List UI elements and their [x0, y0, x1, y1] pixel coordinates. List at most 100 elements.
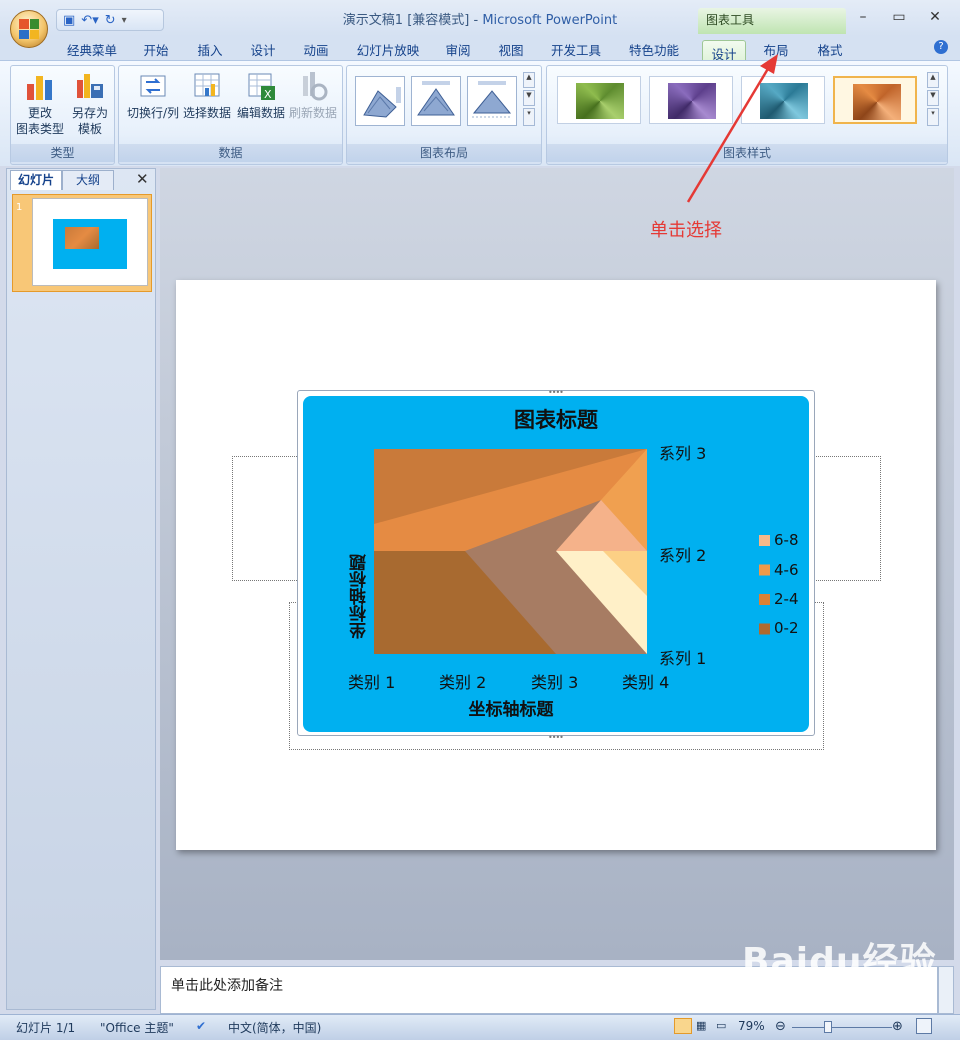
slideshow-view-icon[interactable]: ▭	[716, 1019, 726, 1032]
layout-gallery-more[interactable]: ▾	[523, 108, 535, 126]
legend-label-4-6: 4-6	[774, 561, 799, 579]
tab-slides[interactable]: 幻灯片	[10, 170, 62, 190]
zoom-out-icon[interactable]: ⊖	[775, 1019, 786, 1034]
quick-access-toolbar: ▣ ↶▾ ↻ ▾	[56, 9, 164, 31]
layout-2-icon	[417, 81, 455, 116]
save-icon[interactable]: ▣	[63, 13, 75, 28]
layout-3-icon	[472, 81, 512, 118]
data-group-label: 数据	[119, 144, 342, 162]
save-template-icon	[74, 70, 106, 102]
zoom-slider-track[interactable]	[792, 1027, 892, 1028]
x-axis-title[interactable]: 坐标轴标题	[303, 695, 719, 720]
ribbon: 更改 图表类型 另存为 模板 类型 切换行/列 选择数据 X 编辑数据 刷新数据…	[0, 60, 960, 166]
type-group: 更改 图表类型 另存为 模板 类型	[10, 65, 115, 165]
normal-view-icon[interactable]	[674, 1018, 692, 1034]
chart-layout-option-2[interactable]	[411, 76, 461, 126]
office-logo-icon	[19, 19, 39, 39]
category-label-1: 类别 1	[348, 673, 396, 692]
switch-row-column-button[interactable]: 切换行/列	[123, 70, 183, 121]
spellcheck-icon[interactable]: ✔	[196, 1019, 206, 1033]
baidu-watermark-url: jingyan.baidu.com	[746, 994, 857, 1008]
chart-layout-option-1[interactable]	[355, 76, 405, 126]
chart-legend[interactable]	[759, 535, 770, 635]
bar-chart-icon	[24, 70, 56, 102]
slide-sorter-icon[interactable]: ▦	[696, 1019, 706, 1032]
tab-home[interactable]: 开始	[138, 40, 174, 59]
window-title: 演示文稿1 [兼容模式] - Microsoft PowerPoint	[342, 13, 618, 28]
switch-row-column-icon	[137, 70, 169, 102]
chart-resize-handle-bottom[interactable]: ••••	[548, 733, 564, 742]
status-theme[interactable]: "Office 主题"	[100, 1019, 174, 1036]
tab-developer[interactable]: 开发工具	[546, 40, 606, 59]
style-gallery-more[interactable]: ▾	[927, 108, 939, 126]
maximize-button[interactable]: ▭	[884, 6, 914, 28]
status-bar: 幻灯片 1/1 "Office 主题" ✔ 中文(简体，中国) ▦ ▭ 79% …	[0, 1014, 960, 1040]
legend-key-2-4	[759, 594, 770, 605]
edit-data-button[interactable]: X 编辑数据	[235, 70, 287, 121]
refresh-data-button[interactable]: 刷新数据	[287, 70, 339, 121]
tab-slideshow[interactable]: 幻灯片放映	[352, 40, 424, 59]
slides-pane	[6, 168, 156, 1010]
style-orange-swatch	[853, 84, 901, 120]
edit-data-label: 编辑数据	[236, 106, 285, 120]
tab-review[interactable]: 审阅	[440, 40, 476, 59]
tab-design[interactable]: 设计	[245, 40, 281, 59]
slide-number: 1	[16, 202, 23, 213]
legend-key-4-6	[759, 564, 770, 576]
zoom-slider-thumb[interactable]	[824, 1021, 832, 1033]
chart-layout-group-label: 图表布局	[347, 144, 541, 162]
redo-icon[interactable]: ↻	[105, 13, 116, 28]
thumbnail-chart	[53, 219, 127, 269]
chart-style-green[interactable]	[557, 76, 641, 124]
chart-style-orange-selected[interactable]	[833, 76, 917, 124]
zoom-in-icon[interactable]: ⊕	[892, 1019, 903, 1034]
tab-chart-format[interactable]: 格式	[812, 40, 848, 59]
legend-key-6-8	[759, 535, 770, 546]
save-as-template-button[interactable]: 另存为 模板	[65, 70, 115, 137]
customize-qat-icon[interactable]: ▾	[122, 15, 127, 26]
notes-scrollbar[interactable]	[938, 966, 954, 1014]
surface-plot-area[interactable]	[374, 449, 647, 654]
status-language[interactable]: 中文(简体，中国)	[228, 1019, 321, 1036]
chart-layout-group: ▲ ▼ ▾ 图表布局	[346, 65, 542, 165]
svg-text:X: X	[264, 88, 272, 101]
tab-special-features[interactable]: 特色功能	[624, 40, 684, 59]
minimize-button[interactable]: –	[848, 6, 878, 28]
undo-icon[interactable]: ↶▾	[81, 13, 98, 28]
change-chart-type-label: 更改 图表类型	[15, 106, 64, 136]
data-group: 切换行/列 选择数据 X 编辑数据 刷新数据 数据	[118, 65, 343, 165]
type-group-label: 类型	[11, 144, 114, 162]
help-icon[interactable]: ?	[934, 40, 948, 54]
slide-thumbnail[interactable]	[32, 198, 148, 286]
category-label-4: 类别 4	[622, 673, 670, 692]
pane-close-icon[interactable]: ✕	[136, 170, 149, 188]
chart-title[interactable]: 图表标题	[303, 404, 809, 434]
legend-label-2-4: 2-4	[774, 590, 799, 608]
tab-insert[interactable]: 插入	[192, 40, 228, 59]
tab-view[interactable]: 视图	[493, 40, 529, 59]
status-slide-count: 幻灯片 1/1	[16, 1021, 76, 1035]
style-green-swatch	[576, 83, 624, 119]
select-data-button[interactable]: 选择数据	[181, 70, 233, 121]
select-data-label: 选择数据	[182, 106, 231, 120]
annotation-arrow	[686, 54, 778, 203]
tab-animation[interactable]: 动画	[298, 40, 334, 59]
series-label-1: 系列 1	[659, 649, 707, 668]
change-chart-type-button[interactable]: 更改 图表类型	[15, 70, 65, 137]
tab-outline[interactable]: 大纲	[62, 170, 114, 190]
style-gallery-up[interactable]: ▲	[927, 72, 939, 88]
layout-gallery-up[interactable]: ▲	[523, 72, 535, 88]
legend-key-0-2	[759, 623, 770, 635]
tab-classic-menu[interactable]: 经典菜单	[62, 40, 122, 59]
ribbon-tab-row: 经典菜单 开始 插入 设计 动画 幻灯片放映 审阅 视图 开发工具 特色功能 设…	[0, 36, 960, 62]
layout-1-icon	[363, 87, 401, 118]
y-axis-title[interactable]: 坐标轴标题	[350, 554, 370, 639]
style-gallery-down[interactable]: ▼	[927, 90, 939, 106]
fit-to-window-icon[interactable]	[916, 1018, 932, 1034]
close-button[interactable]: ✕	[920, 6, 950, 28]
office-button[interactable]	[10, 10, 48, 48]
zoom-level[interactable]: 79%	[738, 1019, 765, 1033]
chart-layout-option-3[interactable]	[467, 76, 517, 126]
layout-gallery-down[interactable]: ▼	[523, 90, 535, 106]
edit-data-excel-icon: X	[245, 70, 277, 102]
